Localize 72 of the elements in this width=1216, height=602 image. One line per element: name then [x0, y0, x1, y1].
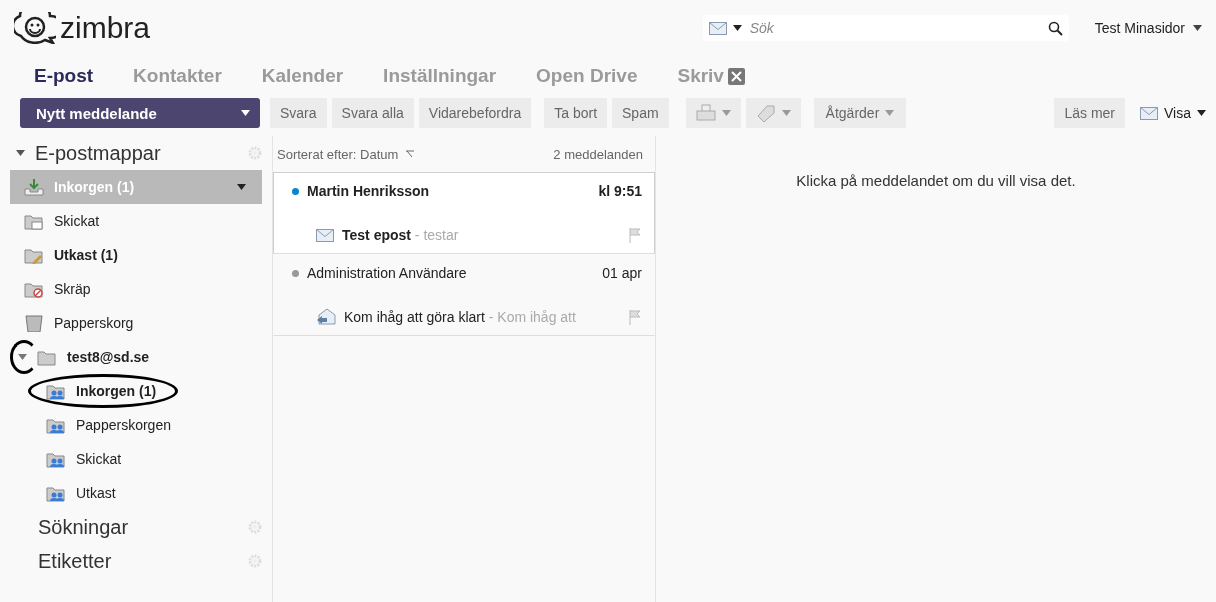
message-time: kl 9:51 — [598, 183, 642, 199]
caret-icon — [1193, 25, 1202, 31]
drafts-folder-icon — [24, 246, 44, 264]
caret-icon — [237, 184, 246, 190]
tag-icon — [755, 104, 776, 122]
sender-name: Administration Användare — [307, 265, 468, 281]
caret-icon — [241, 110, 250, 116]
toolbar-button[interactable]: Svara — [270, 98, 327, 128]
app-tab[interactable]: E-post — [34, 65, 94, 87]
zimbra-logo: zimbra — [14, 11, 150, 45]
reading-pane-hint: Klicka på meddelandet om du vill visa det. — [796, 172, 1076, 191]
close-icon[interactable] — [727, 67, 745, 85]
folder-item[interactable]: test8@sd.se — [10, 340, 262, 374]
caret-icon — [18, 354, 27, 360]
caret-icon — [1197, 110, 1206, 116]
folder-item[interactable]: Skickat — [10, 442, 262, 476]
folder-item[interactable]: Inkorgen (1) — [10, 374, 262, 408]
junk-folder-icon — [24, 280, 44, 298]
caret-icon — [721, 110, 731, 116]
envelope-icon — [1140, 106, 1158, 120]
inbox-download-icon — [24, 178, 44, 196]
message-subject: Test epost - testar — [342, 227, 460, 243]
folder-item[interactable]: Utkast — [10, 476, 262, 510]
folder-icon — [37, 348, 57, 366]
shared-folder-icon — [46, 382, 66, 400]
flag-icon[interactable] — [628, 227, 642, 243]
toolbar-button[interactable]: Vidarebefordra — [418, 98, 532, 128]
caret-icon — [885, 110, 895, 116]
folder-item[interactable]: Skickat — [10, 204, 262, 238]
search-input[interactable]: Sök — [747, 19, 1042, 37]
message-item[interactable]: Martin Henriksson kl 9:51 Test epost - testar — [273, 172, 655, 254]
sent-folder-icon — [24, 212, 44, 230]
print-menu-button[interactable] — [685, 98, 741, 128]
mail-type-icon — [708, 21, 727, 35]
reply-envelope-icon — [316, 308, 336, 325]
folder-item[interactable]: Utkast (1) — [10, 238, 262, 272]
folder-item[interactable]: Papperskorg — [10, 306, 262, 340]
message-subject: Kom ihåg att göra klart - Kom ihåg att — [344, 308, 577, 325]
section-header[interactable]: Etiketter — [10, 544, 272, 578]
shared-folder-icon — [46, 484, 66, 502]
gear-icon[interactable] — [248, 520, 262, 534]
user-menu[interactable]: Test Minasidor — [1094, 20, 1202, 36]
sender-name: Martin Henriksson — [307, 183, 431, 199]
message-count: 2 meddelanden — [553, 146, 643, 162]
shared-folder-icon — [46, 450, 66, 468]
read-more-button[interactable]: Läs mer — [1054, 98, 1125, 128]
tag-menu-button[interactable] — [745, 98, 801, 128]
flag-icon[interactable] — [628, 308, 642, 325]
envelope-icon — [316, 228, 334, 242]
caret-icon — [732, 25, 742, 31]
message-time: 01 apr — [602, 265, 642, 281]
new-message-button[interactable]: Nytt meddelande — [20, 98, 260, 128]
caret-icon — [781, 110, 791, 116]
toolbar-button[interactable]: Ta bort — [544, 98, 608, 128]
section-header[interactable]: E-postmappar — [10, 136, 272, 170]
caret-icon — [16, 150, 25, 156]
section-header[interactable]: Sökningar — [10, 510, 272, 544]
search-icon[interactable] — [1047, 20, 1063, 36]
toolbar-button[interactable]: Spam — [612, 98, 669, 128]
actions-menu-button[interactable]: Åtgärder — [813, 98, 907, 128]
folder-item[interactable]: Papperskorgen — [10, 408, 262, 442]
view-menu-button[interactable]: Visa — [1130, 98, 1216, 128]
shared-folder-icon — [46, 416, 66, 434]
gear-icon[interactable] — [248, 146, 262, 160]
trash-icon — [24, 314, 44, 332]
toolbar-button[interactable]: Svara alla — [331, 98, 414, 128]
sort-order-icon[interactable] — [406, 150, 415, 158]
smiley-logo-icon — [14, 12, 56, 44]
gear-icon[interactable] — [248, 554, 262, 568]
sort-label[interactable]: Sorterat efter: Datum — [277, 146, 399, 162]
folder-item[interactable]: Skräp — [10, 272, 262, 306]
search-field[interactable]: Sök — [702, 15, 1069, 41]
